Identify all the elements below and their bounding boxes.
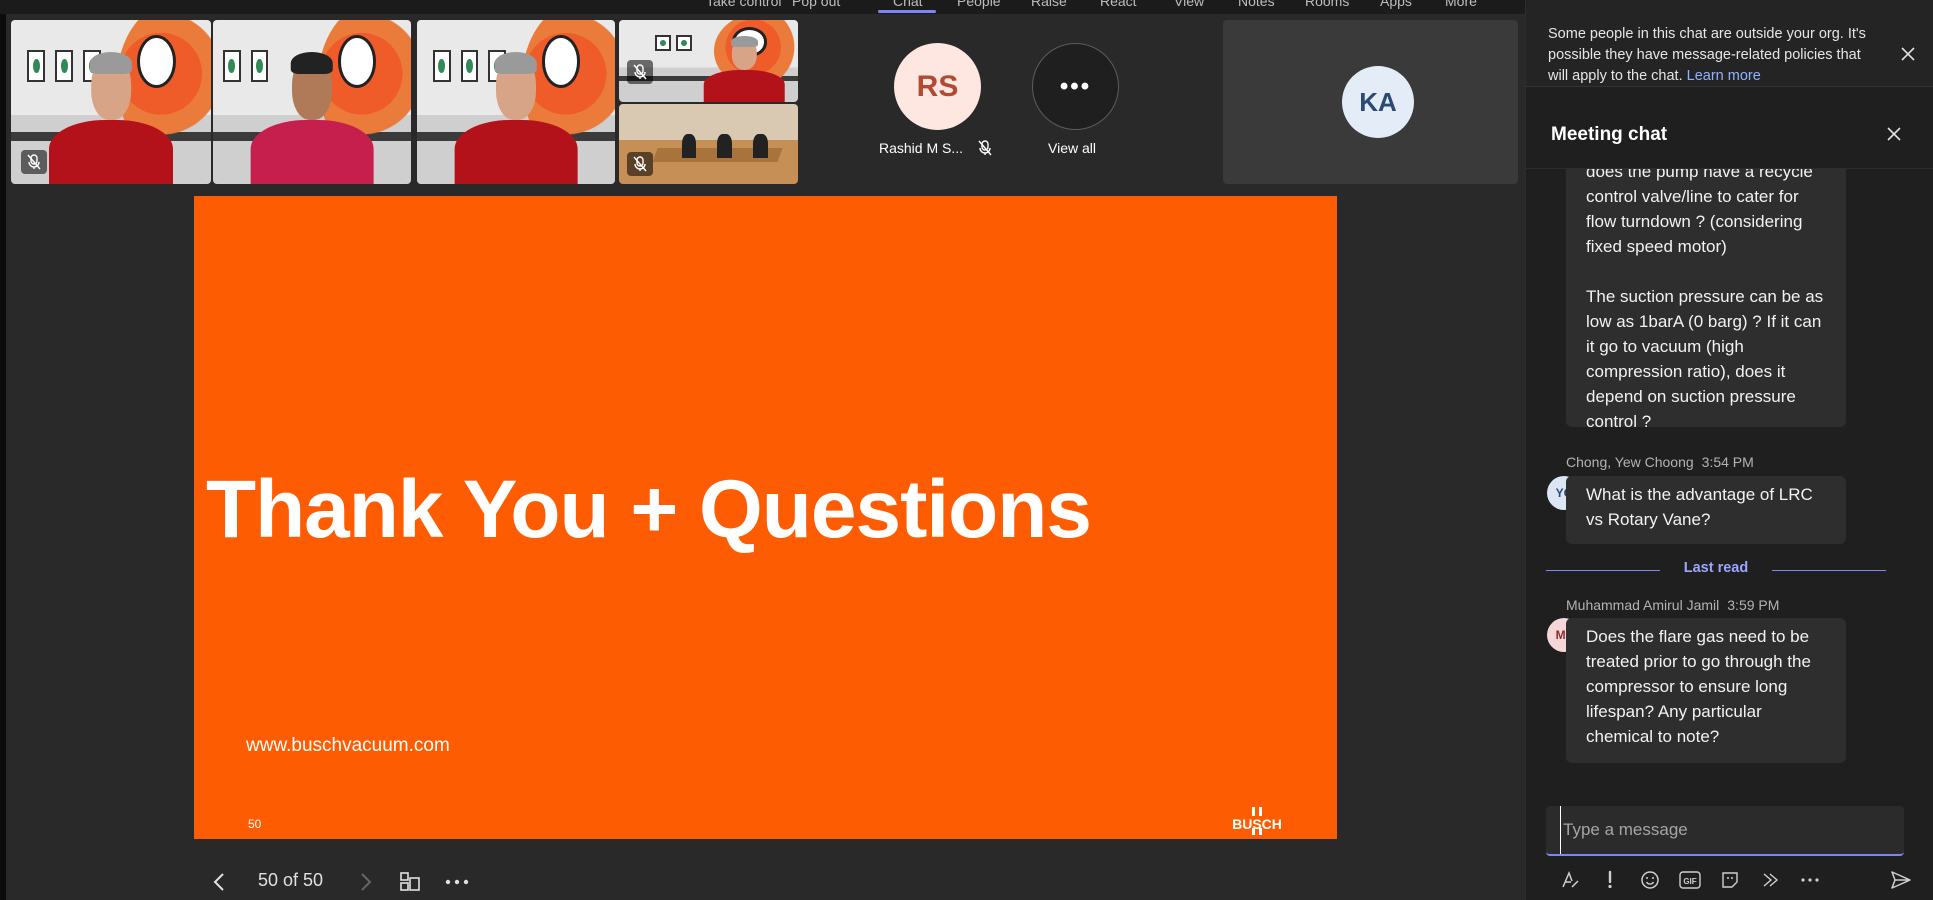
dismiss-notice-button[interactable] — [1896, 42, 1920, 66]
video-tile-participant-4[interactable] — [619, 20, 798, 102]
chat-message-bubble: does the pump have a recycle control val… — [1566, 169, 1846, 431]
toolbar-more[interactable]: More — [1445, 0, 1477, 9]
sticker-icon[interactable] — [1716, 866, 1744, 894]
last-read-marker: Last read — [1546, 560, 1886, 580]
video-tile-ka[interactable]: KA — [1223, 20, 1518, 184]
meeting-stage: RS Rashid M S... ••• View all KA Thank Y… — [6, 14, 1525, 900]
external-org-notice: Some people in this chat are outside you… — [1526, 0, 1933, 87]
view-all-label[interactable]: View all — [1048, 140, 1096, 156]
loop-icon[interactable] — [1756, 866, 1784, 894]
toolbar-react[interactable]: React — [1100, 0, 1137, 9]
notice-text: Some people in this chat are outside you… — [1548, 24, 1883, 87]
next-slide-button[interactable] — [351, 867, 381, 897]
toolbar-notes[interactable]: Notes — [1238, 0, 1275, 9]
compose-box — [1546, 806, 1904, 856]
video-tile-participant-1[interactable] — [11, 20, 211, 184]
chat-panel: Some people in this chat are outside you… — [1525, 0, 1933, 900]
mic-off-icon — [21, 150, 47, 174]
message-time: 3:59 PM — [1727, 597, 1780, 613]
chat-message-bubble: Does the flare gas need to be treated pr… — [1566, 618, 1846, 763]
toolbar-people[interactable]: People — [957, 0, 1001, 9]
message-line: control ? — [1586, 412, 1652, 431]
last-read-label: Last read — [1683, 560, 1749, 576]
learn-more-link[interactable]: Learn more — [1687, 68, 1761, 84]
more-dots-icon: ••• — [1059, 72, 1092, 100]
video-tile-participant-2[interactable] — [213, 20, 411, 184]
chat-message-bubble: What is the advantage of LRC vs Rotary V… — [1566, 476, 1846, 544]
view-all-button[interactable]: ••• — [1032, 43, 1119, 130]
video-tile-meeting-room[interactable] — [619, 104, 798, 184]
busch-logo: BUSCH — [1232, 807, 1282, 835]
message-input[interactable] — [1560, 806, 1890, 854]
format-icon[interactable] — [1556, 866, 1584, 894]
message-time: 3:54 PM — [1701, 454, 1754, 470]
chat-title: Meeting chat — [1551, 124, 1668, 145]
participant-avatar-rashid[interactable]: RS — [894, 43, 981, 130]
message-line: depend on suction pressure — [1586, 387, 1796, 406]
emoji-icon[interactable] — [1636, 866, 1664, 894]
active-tab-indicator — [878, 10, 936, 13]
presentation-slide: Thank You + Questions www.buschvacuum.co… — [194, 196, 1337, 839]
send-icon[interactable] — [1887, 866, 1915, 894]
message-line: control valve/line to cater for — [1586, 187, 1799, 206]
close-icon — [1887, 127, 1901, 141]
meeting-toolbar: Take control Pop out Chat People Raise R… — [0, 0, 1525, 14]
slide-counter: 50 of 50 — [258, 870, 324, 890]
mic-off-icon — [627, 152, 653, 176]
message-line: compression ratio), does it — [1586, 362, 1786, 381]
gif-icon[interactable]: GIF — [1676, 866, 1704, 894]
more-actions-icon[interactable] — [1796, 866, 1824, 894]
more-options-icon[interactable] — [442, 867, 472, 897]
message-author: Chong, Yew Choong — [1566, 454, 1694, 470]
message-author: Muhammad Amirul Jamil — [1566, 597, 1720, 613]
slide-sorter-icon[interactable] — [395, 867, 425, 897]
previous-slide-button[interactable] — [204, 867, 234, 897]
mic-off-icon — [978, 140, 992, 161]
participant-name-rashid: Rashid M S... — [879, 140, 964, 156]
mic-off-icon — [627, 60, 653, 84]
message-line: it go to vacuum (high — [1586, 337, 1744, 356]
message-line: flow turndown ? (considering — [1586, 212, 1803, 231]
svg-text:GIF: GIF — [1683, 877, 1696, 886]
close-icon — [1901, 47, 1915, 61]
toolbar-apps[interactable]: Apps — [1380, 0, 1412, 9]
slide-url: www.buschvacuum.com — [246, 735, 450, 756]
priority-icon[interactable] — [1596, 866, 1624, 894]
message-line: low as 1barA (0 barg) ? If it can — [1586, 312, 1822, 331]
message-line: does the pump have a recycle — [1586, 169, 1813, 181]
message-line: fixed speed motor) — [1586, 237, 1727, 256]
chat-messages[interactable]: does the pump have a recycle control val… — [1526, 169, 1933, 789]
participant-avatar-ka: KA — [1342, 66, 1414, 138]
message-meta: Muhammad Amirul Jamil 3:59 PM — [1566, 597, 1779, 613]
close-chat-button[interactable] — [1882, 122, 1906, 146]
toolbar-raise[interactable]: Raise — [1031, 0, 1067, 9]
toolbar-take-control[interactable]: Take control — [706, 0, 781, 9]
toolbar-pop-out[interactable]: Pop out — [792, 0, 840, 9]
toolbar-view[interactable]: View — [1174, 0, 1204, 9]
slide-title: Thank You + Questions — [206, 464, 1092, 555]
message-line: The suction pressure can be as — [1586, 287, 1824, 306]
message-meta: Chong, Yew Choong 3:54 PM — [1566, 454, 1754, 470]
logo-text: BUSCH — [1232, 816, 1282, 832]
toolbar-chat[interactable]: Chat — [893, 0, 923, 9]
toolbar-rooms[interactable]: Rooms — [1305, 0, 1349, 9]
video-tile-active-speaker[interactable] — [417, 20, 615, 184]
slide-page-number: 50 — [248, 817, 262, 831]
